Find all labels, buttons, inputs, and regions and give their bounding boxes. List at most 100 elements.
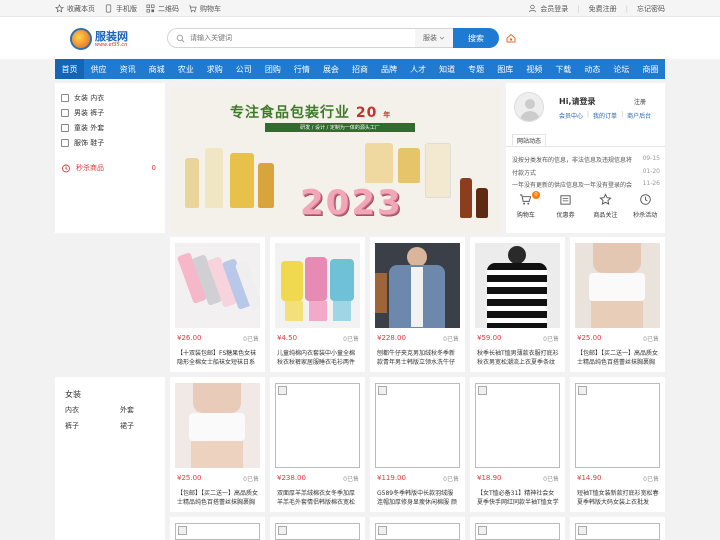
register-link[interactable]: 注册 [634, 97, 646, 106]
merchant-backend-link[interactable]: 商户后台 [627, 111, 651, 120]
subcategory-link[interactable]: 裤子 [65, 421, 120, 431]
search-input[interactable] [190, 34, 415, 42]
site-logo[interactable]: 服装网 www.ef35.cn [70, 26, 142, 52]
banner-product-image [425, 143, 451, 198]
product-card[interactable] [470, 517, 565, 540]
product-card[interactable]: ¥59.00 0已售 秋季长袖T恤男薄款衣服打底衫秋衣男宽松潮流上衣夏季条纹男士 [470, 237, 565, 372]
nav-item[interactable]: 公司 [229, 59, 258, 79]
nav-item[interactable]: 品牌 [375, 59, 404, 79]
product-image[interactable] [375, 523, 460, 540]
nav-item[interactable]: 农业 [171, 59, 200, 79]
product-image[interactable] [275, 243, 360, 328]
product-card[interactable]: ¥14.90 0已售 短袖T恤女装新款打底衫宽松春夏季韩版大码女装上衣批发【买一… [570, 377, 665, 512]
product-card[interactable]: ¥119.00 0已售 G589冬季韩版中长款羽绒服连帽加厚修身显瘦休闲棉服 颜… [370, 377, 465, 512]
search-button[interactable]: 搜索 [453, 28, 499, 48]
nav-item[interactable]: 供应 [84, 59, 113, 79]
nav-item[interactable]: 展会 [316, 59, 345, 79]
broken-image-icon [478, 386, 487, 395]
product-image[interactable] [275, 383, 360, 468]
product-card[interactable]: ¥18.90 0已售 【女T恤必备31】精神社会女夏季快手网红同款半袖T恤女学生 [470, 377, 565, 512]
register-link[interactable]: 免费注册 [589, 4, 617, 14]
nav-item[interactable]: 商圈 [636, 59, 665, 79]
nav-item[interactable]: 人才 [404, 59, 433, 79]
quick-favorites[interactable]: 商品关注 [586, 193, 626, 229]
quick-flash-sale[interactable]: 秒杀活动 [625, 193, 665, 229]
notice-text: 没按分类发布的信息，非法信息及违规信息将 [512, 157, 633, 164]
nav-item[interactable]: 商城 [142, 59, 171, 79]
product-image[interactable] [575, 523, 660, 540]
subcategory-link[interactable]: 裙子 [120, 421, 155, 431]
category-item[interactable]: 童装 外套 [55, 120, 165, 135]
tab-site-news[interactable]: 网站动态 [512, 134, 547, 146]
product-card[interactable] [270, 517, 365, 540]
nav-item[interactable]: 动态 [578, 59, 607, 79]
category-item[interactable]: 男装 裤子 [55, 105, 165, 120]
product-card[interactable]: ¥25.00 0已售 【包邮】【买二送一】高品质女士精品纯色百搭蕾丝抹胸裹胸防走 [170, 377, 265, 512]
category-item[interactable]: 服饰 鞋子 [55, 135, 165, 150]
flash-sale-link[interactable]: 秒杀商品 0 [55, 160, 165, 175]
nav-item[interactable]: 行情 [287, 59, 316, 79]
home-icon[interactable] [505, 32, 517, 44]
product-name[interactable]: 秋季长袖T恤男薄款衣服打底衫秋衣男宽松潮流上衣夏季条纹男士 [477, 349, 559, 367]
nav-item[interactable]: 专题 [462, 59, 491, 79]
product-image[interactable] [475, 243, 560, 328]
nav-item[interactable]: 图库 [491, 59, 520, 79]
product-card[interactable]: ¥228.00 0已售 刨都牛仔夹克男加绒秋冬季新款青年男士韩版立领水洗牛仔衣加 [370, 237, 465, 372]
member-center-link[interactable]: 会员中心 [559, 111, 583, 120]
product-image[interactable] [475, 523, 560, 540]
forgot-password-link[interactable]: 忘记密码 [637, 4, 665, 14]
nav-item[interactable]: 视频 [520, 59, 549, 79]
quick-cart[interactable]: 0 购物车 [506, 191, 546, 229]
nav-item[interactable]: 求购 [200, 59, 229, 79]
product-name[interactable]: G589冬季韩版中长款羽绒服连帽加厚修身显瘦休闲棉服 颜色: [377, 489, 459, 507]
product-card[interactable]: ¥4.50 0已售 儿童纯棉内衣套装中小童全棉秋衣秋裤家居服睡衣毛衫两件套装 [270, 237, 365, 372]
search-category-select[interactable]: 服装 [415, 28, 453, 48]
nav-item[interactable]: 招商 [345, 59, 374, 79]
category-item[interactable]: 女装 内衣 [55, 90, 165, 105]
nav-item[interactable]: 资讯 [113, 59, 142, 79]
product-image[interactable] [375, 383, 460, 468]
notice-item[interactable]: 一年没有更新的供应信息及一年没有登录的会 11-26 [512, 180, 660, 189]
product-name[interactable]: 双面厚羊羔绒棉衣女冬季加厚羊羔毛外套情侣韩版棉衣宽松高领 [277, 489, 359, 507]
nav-item[interactable]: 下载 [549, 59, 578, 79]
product-name[interactable]: 儿童纯棉内衣套装中小童全棉秋衣秋裤家居服睡衣毛衫两件套装 [277, 349, 359, 367]
login-greeting[interactable]: Hi,请登录 [559, 96, 595, 107]
product-card[interactable] [170, 517, 265, 540]
quick-coupon[interactable]: 优惠券 [546, 193, 586, 229]
product-image[interactable] [275, 523, 360, 540]
mobile-link[interactable]: 手机版 [104, 4, 137, 14]
cart-link[interactable]: 购物车 [188, 4, 221, 14]
product-card[interactable]: ¥238.00 0已售 双面厚羊羔绒棉衣女冬季加厚羊羔毛外套情侣韩版棉衣宽松高领 [270, 377, 365, 512]
product-image[interactable] [375, 243, 460, 328]
nav-item[interactable]: 团购 [258, 59, 287, 79]
product-name[interactable]: 【包邮】【买二送一】高品质女士精品纯色百搭蕾丝抹胸裹胸防走 [577, 349, 659, 367]
product-name[interactable]: 【十双装包邮】FS糖果色女袜隐形全棉女士船袜女短袜日系纯 [177, 349, 259, 367]
qrcode-link[interactable]: 二维码 [146, 4, 179, 14]
product-card[interactable] [370, 517, 465, 540]
product-card[interactable]: ¥26.00 0已售 【十双装包邮】FS糖果色女袜隐形全棉女士船袜女短袜日系纯 [170, 237, 265, 372]
product-card[interactable] [570, 517, 665, 540]
bookmark-link[interactable]: 收藏本页 [55, 4, 95, 14]
notice-item[interactable]: 付款方式 01-20 [512, 168, 660, 177]
product-name[interactable]: 【包邮】【买二送一】高品质女士精品纯色百搭蕾丝抹胸裹胸防走 [177, 489, 259, 507]
login-link[interactable]: 会员登录 [528, 4, 568, 14]
product-card[interactable]: ¥25.00 0已售 【包邮】【买二送一】高品质女士精品纯色百搭蕾丝抹胸裹胸防走 [570, 237, 665, 372]
product-image[interactable] [175, 243, 260, 328]
category-panel-title[interactable]: 女装 [65, 389, 81, 400]
subcategory-link[interactable]: 外套 [120, 405, 155, 415]
product-name[interactable]: 短袖T恤女装新款打底衫宽松春夏季韩版大码女装上衣批发【买一送 [577, 489, 659, 507]
product-image[interactable] [575, 243, 660, 328]
promo-banner[interactable]: 专注食品包装行业 20 年 研发 / 设计 / 定制为一体的源头工厂 2023 [170, 88, 501, 233]
product-image[interactable] [475, 383, 560, 468]
nav-item[interactable]: 知道 [433, 59, 462, 79]
my-orders-link[interactable]: 我的订单 [593, 111, 617, 120]
nav-item[interactable]: 首页 [55, 59, 85, 79]
product-image[interactable] [175, 523, 260, 540]
subcategory-link[interactable]: 内衣 [65, 405, 120, 415]
nav-item[interactable]: 论坛 [607, 59, 636, 79]
product-image[interactable] [175, 383, 260, 468]
product-name[interactable]: 刨都牛仔夹克男加绒秋冬季新款青年男士韩版立领水洗牛仔衣加 [377, 349, 459, 367]
product-name[interactable]: 【女T恤必备31】精神社会女夏季快手网红同款半袖T恤女学生 [477, 489, 559, 507]
notice-item[interactable]: 没按分类发布的信息，非法信息及违规信息将 09-15 [512, 155, 660, 164]
product-image[interactable] [575, 383, 660, 468]
